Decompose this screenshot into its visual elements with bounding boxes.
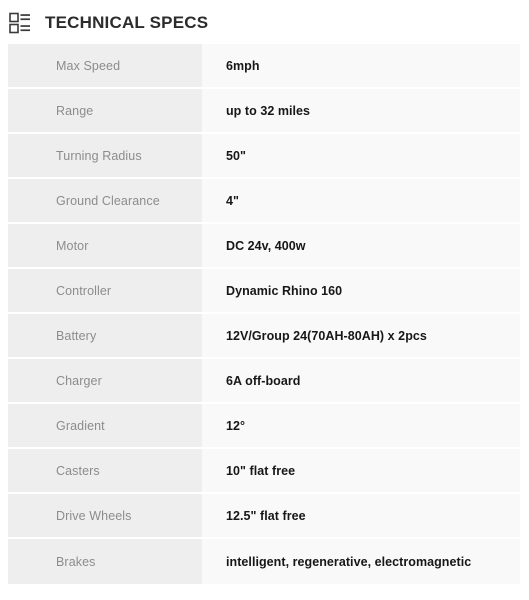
- technical-specs-table: Max Speed 6mph Range up to 32 miles Turn…: [8, 44, 520, 584]
- spec-value: 10" flat free: [202, 449, 520, 494]
- spec-label: Casters: [8, 449, 202, 494]
- spec-value: 12°: [202, 404, 520, 449]
- table-row: Gradient 12°: [8, 404, 520, 449]
- table-row: Ground Clearance 4": [8, 179, 520, 224]
- spec-value: 4": [202, 179, 520, 224]
- table-row: Drive Wheels 12.5" flat free: [8, 494, 520, 539]
- page-title: TECHNICAL SPECS: [45, 12, 209, 32]
- spec-label: Battery: [8, 314, 202, 359]
- table-row: Battery 12V/Group 24(70AH-80AH) x 2pcs: [8, 314, 520, 359]
- table-row: Motor DC 24v, 400w: [8, 224, 520, 269]
- spec-label: Range: [8, 89, 202, 134]
- table-row: Controller Dynamic Rhino 160: [8, 269, 520, 314]
- spec-label: Controller: [8, 269, 202, 314]
- spec-value: DC 24v, 400w: [202, 224, 520, 269]
- spec-value: 6mph: [202, 44, 520, 89]
- table-row: Casters 10" flat free: [8, 449, 520, 494]
- spec-value: 12.5" flat free: [202, 494, 520, 539]
- table-row: Brakes intelligent, regenerative, electr…: [8, 539, 520, 584]
- spec-label: Drive Wheels: [8, 494, 202, 539]
- spec-label: Turning Radius: [8, 134, 202, 179]
- spec-value: 50": [202, 134, 520, 179]
- table-row: Charger 6A off-board: [8, 359, 520, 404]
- spec-value: Dynamic Rhino 160: [202, 269, 520, 314]
- spec-value: 6A off-board: [202, 359, 520, 404]
- table-row: Max Speed 6mph: [8, 44, 520, 89]
- list-detail-icon: [9, 11, 31, 34]
- table-row: Turning Radius 50": [8, 134, 520, 179]
- spec-value: intelligent, regenerative, electromagnet…: [202, 539, 520, 584]
- spec-label: Charger: [8, 359, 202, 404]
- table-row: Range up to 32 miles: [8, 89, 520, 134]
- spec-value: 12V/Group 24(70AH-80AH) x 2pcs: [202, 314, 520, 359]
- spec-label: Gradient: [8, 404, 202, 449]
- technical-specs-header: TECHNICAL SPECS: [0, 0, 529, 44]
- spec-value: up to 32 miles: [202, 89, 520, 134]
- spec-label: Ground Clearance: [8, 179, 202, 224]
- spec-label: Max Speed: [8, 44, 202, 89]
- spec-label: Brakes: [8, 539, 202, 584]
- spec-label: Motor: [8, 224, 202, 269]
